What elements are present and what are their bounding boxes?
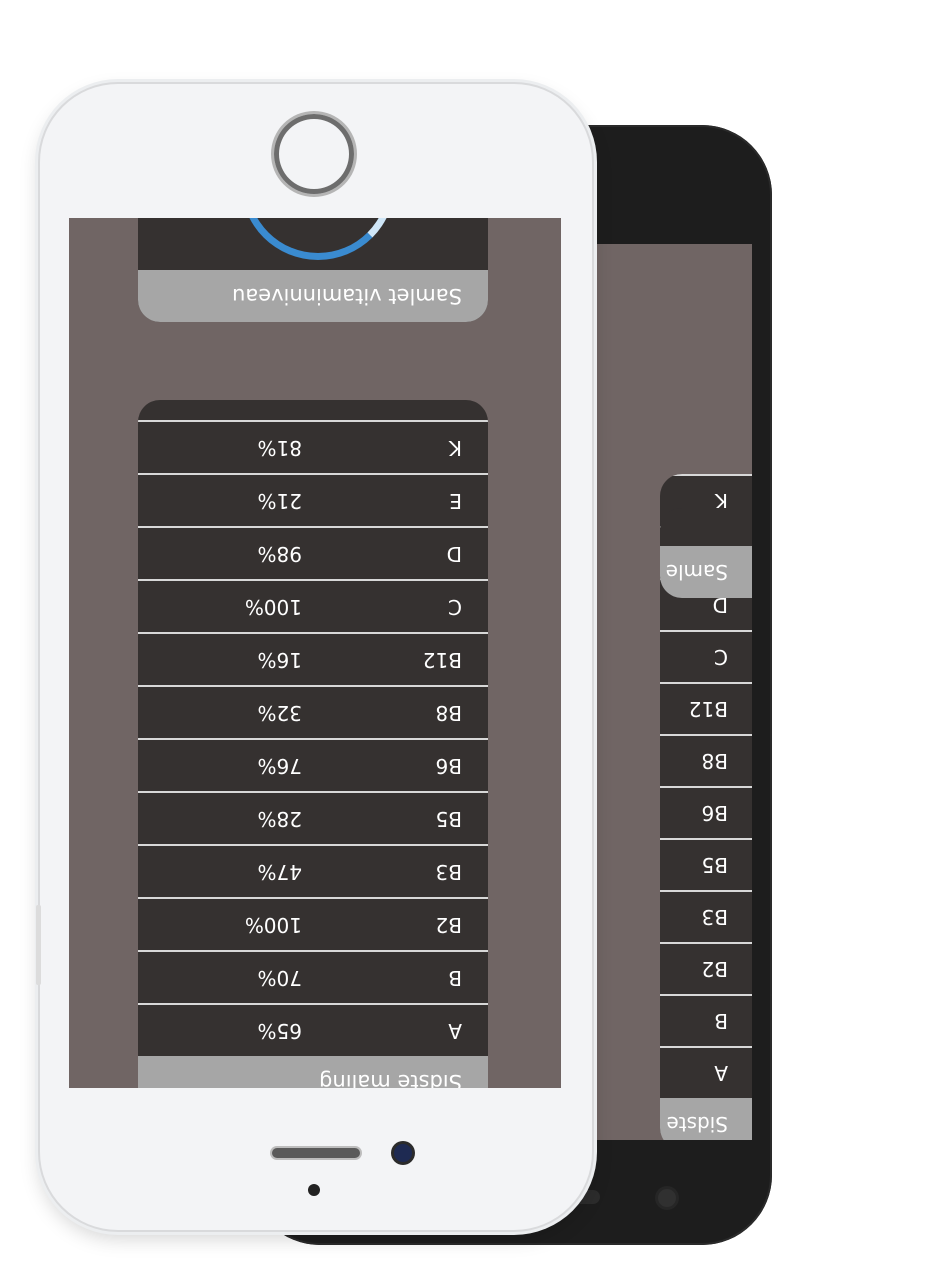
table-row: A (660, 1046, 752, 1098)
back-phone-screen: Sidste A B B2 B3 B5 B6 B8 B12 C D E K Sa… (590, 244, 752, 1140)
table-row: B2 (660, 942, 752, 994)
total-level-header-back: Samle (660, 546, 752, 598)
camera-icon (658, 1189, 676, 1207)
table-row: B3 47% (138, 844, 488, 897)
total-level-card-back: Samle (660, 508, 752, 598)
table-row: D 98% (138, 526, 488, 579)
table-row: B (660, 994, 752, 1046)
table-row: B5 28% (138, 791, 488, 844)
table-row: E 21% (138, 473, 488, 526)
table-row: A 65% (138, 1003, 488, 1056)
latest-measurement-header-back: Sidste (660, 1098, 752, 1140)
table-row: B 70% (138, 950, 488, 1003)
latest-measurement-card: Sidste måling A 65% B 70% B2 100% B3 47% B5 2… (138, 400, 488, 1088)
sensor-dot (308, 1184, 320, 1196)
earpiece-speaker (272, 1148, 360, 1158)
table-row: B12 (660, 682, 752, 734)
front-camera-icon (394, 1144, 412, 1162)
home-button[interactable] (274, 114, 354, 194)
table-row: B5 (660, 838, 752, 890)
side-button[interactable] (36, 905, 41, 985)
table-row: C (660, 630, 752, 682)
table-row: B3 (660, 890, 752, 942)
table-row: B8 32% (138, 685, 488, 738)
table-row: C 100% (138, 579, 488, 632)
table-row: B12 16% (138, 632, 488, 685)
latest-measurement-header: Sidste måling (138, 1056, 488, 1088)
table-row: B6 (660, 786, 752, 838)
table-row: B6 76% (138, 738, 488, 791)
table-row: K 81% (138, 420, 488, 473)
total-vitamin-level-header: Samlet vitaminniveau (138, 270, 488, 322)
table-row: B8 (660, 734, 752, 786)
front-phone-screen: Sidste måling A 65% B 70% B2 100% B3 47% B5 2… (69, 218, 561, 1088)
table-row: B2 100% (138, 897, 488, 950)
